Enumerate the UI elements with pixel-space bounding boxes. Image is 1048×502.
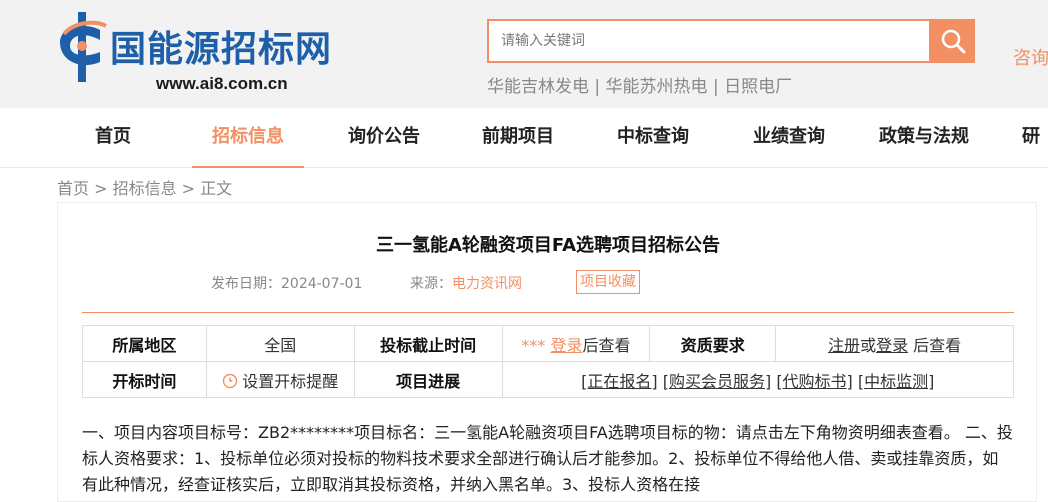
title-divider <box>82 312 1014 313</box>
nav-performance-query[interactable]: 业绩查询 <box>740 108 838 168</box>
progress-link-monitor[interactable]: [中标监测] <box>858 372 935 391</box>
nav-tender-info[interactable]: 招标信息 <box>192 108 304 168</box>
progress-link-membership[interactable]: [购买会员服务] <box>663 372 772 391</box>
logo-mark-icon <box>60 12 108 82</box>
site-header: 国能源招标网 www.ai8.com.cn 华能吉林发电 | 华能苏州热电 | … <box>0 0 1048 108</box>
project-info-table: 所属地区 全国 投标截止时间 *** 登录后查看 资质要求 注册或登录 后查看 … <box>82 325 1015 398</box>
open-time-label: 开标时间 <box>82 361 207 398</box>
hot-link-1[interactable]: 华能吉林发电 <box>487 77 589 97</box>
qualification-value: 注册或登录 后查看 <box>775 325 1014 362</box>
deadline-label: 投标截止时间 <box>353 325 503 362</box>
logo-text: 国能源招标网 <box>110 29 333 70</box>
hot-search-links: 华能吉林发电 | 华能苏州热电 | 日照电厂 <box>487 72 792 97</box>
region-value: 全国 <box>205 325 355 362</box>
publish-date-value: 2024-07-01 <box>281 276 363 292</box>
publish-date: 发布日期：2024-07-01 <box>211 273 362 293</box>
progress-label: 项目进展 <box>353 361 503 398</box>
source-value[interactable]: 电力资讯网 <box>452 276 522 292</box>
qual-register-link[interactable]: 注册 <box>828 336 860 355</box>
article-body: 一、项目内容项目标号：ZB2********项目标名：三一氢能A轮融资项目FA选… <box>82 423 1013 494</box>
deadline-value: *** 登录后查看 <box>501 325 651 362</box>
source-label: 来源： <box>410 276 452 292</box>
nav-home[interactable]: 首页 <box>80 108 146 168</box>
nav-early-projects[interactable]: 前期项目 <box>469 108 567 168</box>
consult-link[interactable]: 咨询 <box>1013 44 1048 70</box>
qual-login-link[interactable]: 登录 <box>876 336 908 355</box>
logo-url: www.ai8.com.cn <box>156 74 288 93</box>
hot-link-3[interactable]: 日照电厂 <box>724 77 792 97</box>
publish-date-label: 发布日期： <box>211 276 281 292</box>
nav-policy[interactable]: 政策与法规 <box>866 108 982 168</box>
hidden-stars: *** <box>521 335 546 355</box>
clock-icon <box>223 373 238 388</box>
nav-inquiry[interactable]: 询价公告 <box>335 108 433 168</box>
open-time-reminder[interactable]: 设置开标提醒 <box>205 361 355 398</box>
article-card: 三一氢能A轮融资项目FA选聘项目招标公告 发布日期：2024-07-01 来源：… <box>57 202 1037 502</box>
progress-link-buy-docs[interactable]: [代购标书] <box>776 372 853 391</box>
qual-or-text: 或 <box>860 335 877 355</box>
search-icon <box>941 29 966 54</box>
deadline-login-link[interactable]: 登录 <box>550 336 582 355</box>
deadline-after-text: 后查看 <box>582 335 631 355</box>
qual-after-text: 后查看 <box>908 335 962 355</box>
hot-link-2[interactable]: 华能苏州热电 <box>606 77 708 97</box>
table-row: 开标时间 设置开标提醒 项目进展 [正在报名] [购买会员服务] [代购标书] … <box>82 361 1015 398</box>
qualification-label: 资质要求 <box>649 325 777 362</box>
hot-link-separator: | <box>589 77 606 97</box>
progress-links: [正在报名] [购买会员服务] [代购标书] [中标监测] <box>501 361 1015 398</box>
open-time-reminder-label: 设置开标提醒 <box>242 371 339 391</box>
search-button[interactable] <box>931 19 975 63</box>
progress-link-signup[interactable]: [正在报名] <box>581 372 658 391</box>
nav-research[interactable]: 研 <box>1022 108 1048 168</box>
favorite-button[interactable]: 项目收藏 <box>576 270 640 294</box>
main-nav: 首页 招标信息 询价公告 前期项目 中标查询 业绩查询 政策与法规 研 <box>0 108 1048 168</box>
breadcrumb: 首页 > 招标信息 > 正文 <box>57 179 233 198</box>
article-source: 来源：电力资讯网 <box>410 273 522 293</box>
hot-link-separator: | <box>707 77 725 97</box>
table-row: 所属地区 全国 投标截止时间 *** 登录后查看 资质要求 注册或登录 后查看 <box>82 325 1014 362</box>
search-box <box>487 19 931 63</box>
article-title: 三一氢能A轮融资项目FA选聘项目招标公告 <box>375 235 721 256</box>
site-logo[interactable]: 国能源招标网 www.ai8.com.cn <box>56 12 356 96</box>
nav-award-query[interactable]: 中标查询 <box>604 108 702 168</box>
region-label: 所属地区 <box>82 325 207 362</box>
search-input[interactable] <box>489 21 929 61</box>
